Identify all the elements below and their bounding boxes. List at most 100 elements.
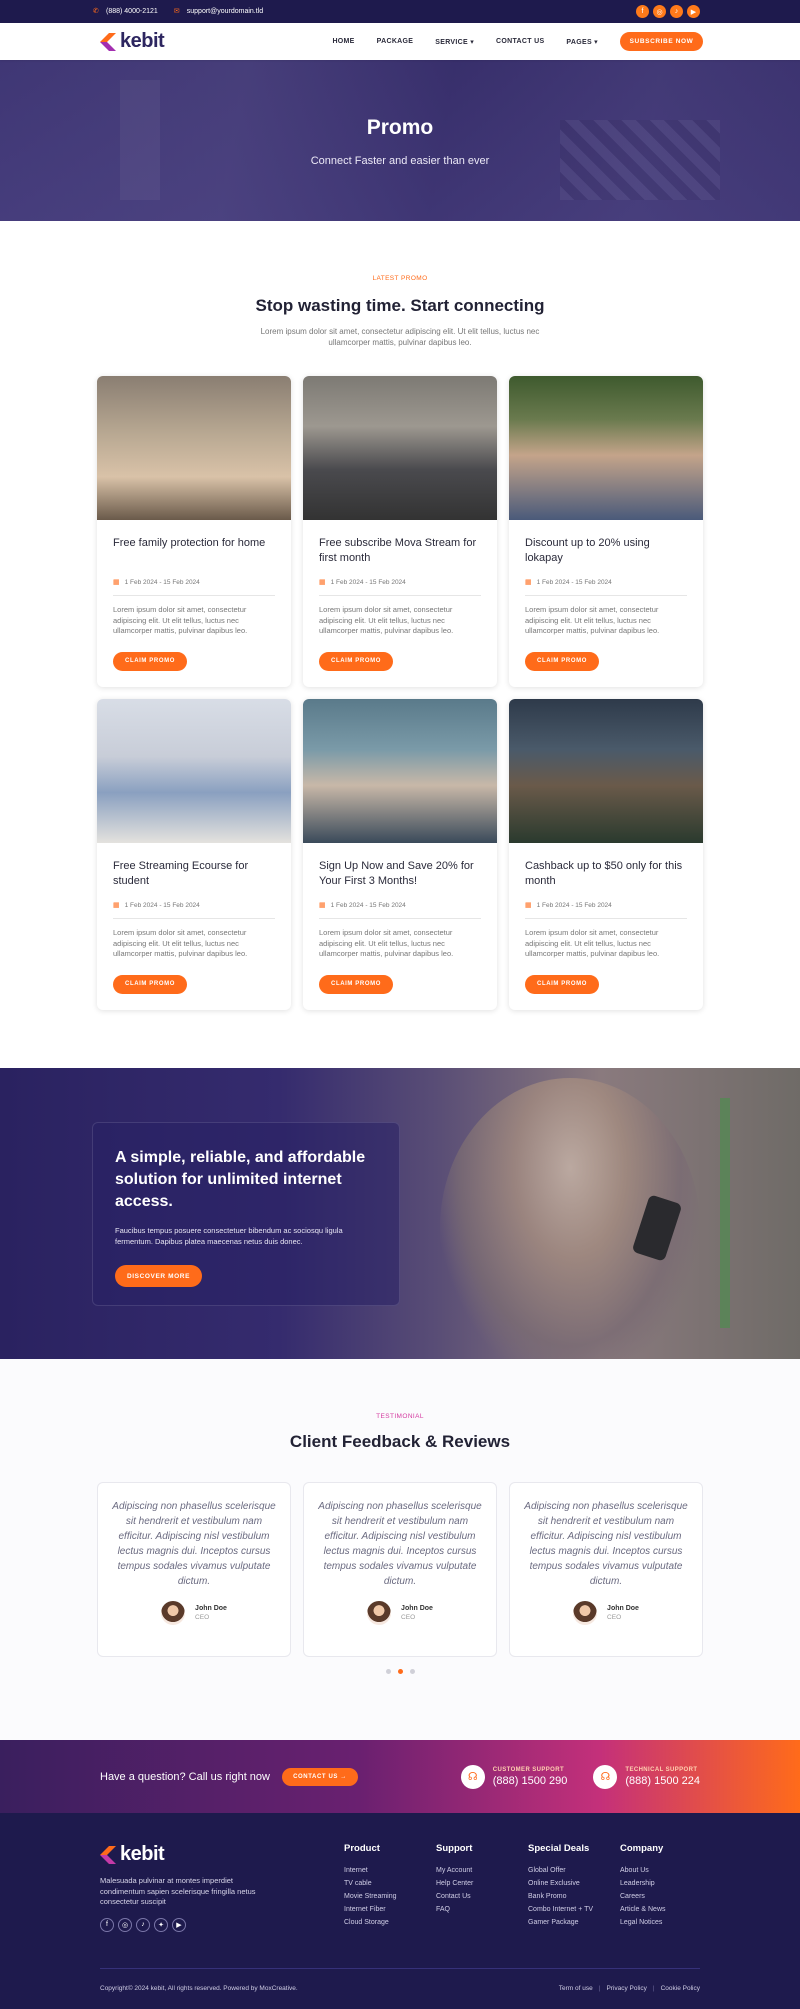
logo-mark-icon — [100, 32, 116, 51]
logo[interactable]: kebit — [100, 30, 165, 53]
promo-image-couple — [509, 376, 703, 520]
footer-link[interactable]: Cloud Storage — [344, 1916, 436, 1929]
divider — [525, 595, 687, 596]
claim-promo-button[interactable]: CLAIM PROMO — [319, 651, 393, 671]
logo-text: kebit — [120, 30, 165, 52]
facebook-icon[interactable]: f — [100, 1917, 114, 1932]
testimonial-card: Adipiscing non phasellus scelerisque sit… — [97, 1482, 291, 1657]
youtube-icon[interactable]: ▶ — [687, 5, 700, 18]
footer-link[interactable]: FAQ — [436, 1903, 528, 1916]
legal-link-terms[interactable]: Term of use — [559, 1985, 593, 1992]
nav-item-contact[interactable]: CONTACT US — [496, 38, 544, 45]
technical-support-label: TECHNICAL SUPPORT — [625, 1766, 698, 1773]
footer-link[interactable]: TV cable — [344, 1877, 436, 1890]
promo-card: Free Streaming Ecourse for student ▦ 1 Fe… — [97, 699, 291, 1010]
discover-more-button[interactable]: DISCOVER MORE — [115, 1265, 202, 1287]
author-name: John Doe — [195, 1605, 227, 1612]
instagram-icon[interactable]: ◎ — [118, 1917, 132, 1932]
footer-link[interactable]: Careers — [620, 1890, 700, 1903]
author-role: CEO — [401, 1614, 416, 1621]
promo-card-title: Cashback up to $50 only for this month — [525, 860, 683, 887]
facebook-icon[interactable]: f — [636, 5, 649, 18]
promo-card-date: ▦ 1 Feb 2024 - 15 Feb 2024 — [113, 578, 275, 587]
nav-menu: HOME PACKAGE SERVICE ▾ CONTACT US PAGES … — [332, 32, 703, 51]
legal-link-privacy[interactable]: Privacy Policy — [606, 1985, 646, 1992]
carousel-dot[interactable] — [385, 1669, 391, 1674]
promo-image-stream — [303, 376, 497, 520]
footer-link[interactable]: Article & News — [620, 1903, 700, 1916]
youtube-icon[interactable]: ▶ — [172, 1917, 186, 1932]
arrow-right-icon: → — [340, 1773, 347, 1780]
phone-icon: ✆ — [93, 8, 99, 15]
footer-link[interactable]: Contact Us — [436, 1890, 528, 1903]
carousel-dot[interactable] — [409, 1669, 415, 1674]
promo-desc: Lorem ipsum dolor sit amet, consectetur … — [260, 327, 540, 347]
separator: | — [652, 1985, 655, 1992]
footer-link[interactable]: Internet Fiber — [344, 1903, 436, 1916]
contact-us-button[interactable]: CONTACT US → — [281, 1767, 358, 1786]
footer-link[interactable]: Global Offer — [528, 1864, 620, 1877]
footer-link[interactable]: About Us — [620, 1864, 700, 1877]
tiktok-icon[interactable]: ♪ — [670, 5, 683, 18]
phone-contact[interactable]: ✆ (888) 4000-2121 — [93, 8, 158, 15]
footer-logo[interactable]: kebit — [100, 1843, 270, 1866]
claim-promo-button[interactable]: CLAIM PROMO — [319, 974, 393, 994]
footer-link[interactable]: Help Center — [436, 1877, 528, 1890]
promo-card-date: ▦ 1 Feb 2024 - 15 Feb 2024 — [113, 901, 275, 910]
tiktok-icon[interactable]: ♪ — [136, 1917, 150, 1932]
carousel-dot-active[interactable] — [397, 1669, 403, 1674]
footer-link[interactable]: Combo Internet + TV — [528, 1903, 620, 1916]
divider — [113, 918, 275, 919]
promo-card-date-text: 1 Feb 2024 - 15 Feb 2024 — [330, 578, 406, 586]
nav-item-package[interactable]: PACKAGE — [377, 38, 414, 45]
footer-link[interactable]: Online Exclusive — [528, 1877, 620, 1890]
nav-item-service[interactable]: SERVICE ▾ — [435, 38, 474, 46]
calendar-icon: ▦ — [525, 579, 532, 586]
technical-support[interactable]: ☊ TECHNICAL SUPPORT (888) 1500 224 — [593, 1764, 700, 1789]
promo-card-date-text: 1 Feb 2024 - 15 Feb 2024 — [124, 578, 200, 586]
footer-col-title: Product — [344, 1843, 380, 1854]
customer-support[interactable]: ☊ CUSTOMER SUPPORT (888) 1500 290 — [460, 1764, 568, 1789]
customer-support-phone: (888) 1500 290 — [492, 1774, 568, 1787]
footer-link[interactable]: Movie Streaming — [344, 1890, 436, 1903]
promo-card-desc: Lorem ipsum dolor sit amet, consectetur … — [319, 605, 454, 635]
claim-promo-button[interactable]: CLAIM PROMO — [525, 974, 599, 994]
promo-card-date: ▦ 1 Feb 2024 - 15 Feb 2024 — [525, 901, 687, 910]
calendar-icon: ▦ — [113, 902, 120, 909]
nav-item-home[interactable]: HOME — [332, 38, 354, 45]
legal-link-cookie[interactable]: Cookie Policy — [661, 1985, 700, 1992]
promo-card-desc: Lorem ipsum dolor sit amet, consectetur … — [113, 928, 248, 958]
footer-col-support: Support My Account Help Center Contact U… — [436, 1843, 528, 1932]
headset-icon: ☊ — [460, 1764, 485, 1789]
footer-link[interactable]: Bank Promo — [528, 1890, 620, 1903]
hero-banner: Promo Connect Faster and easier than eve… — [0, 60, 800, 221]
chevron-down-icon: ▾ — [470, 38, 475, 46]
claim-promo-button[interactable]: CLAIM PROMO — [113, 651, 187, 671]
twitter-icon[interactable]: ✦ — [154, 1917, 168, 1932]
footer-link[interactable]: Gamer Package — [528, 1916, 620, 1929]
email-contact[interactable]: ✉ support@yourdomain.tld — [174, 8, 263, 15]
author-role: CEO — [195, 1614, 210, 1621]
divider — [319, 595, 481, 596]
promo-card: Free family protection for home ▦ 1 Feb 2… — [97, 376, 291, 687]
testimonial-author: John Doe CEO — [318, 1601, 482, 1625]
footer-link[interactable]: Legal Notices — [620, 1916, 700, 1929]
promo-image-family — [97, 376, 291, 520]
testimonial-title: Client Feedback & Reviews — [289, 1432, 511, 1451]
claim-promo-button[interactable]: CLAIM PROMO — [113, 974, 187, 994]
promo-card-date-text: 1 Feb 2024 - 15 Feb 2024 — [536, 578, 612, 586]
claim-promo-button[interactable]: CLAIM PROMO — [525, 651, 599, 671]
footer-col-company: Company About Us Leadership Careers Arti… — [620, 1843, 700, 1932]
author-role: CEO — [607, 1614, 622, 1621]
carousel-dots — [0, 1669, 800, 1674]
headset-icon: ☊ — [593, 1764, 618, 1789]
feature-title: A simple, reliable, and affordable solut… — [115, 1149, 366, 1210]
promo-card: Free subscribe Mova Stream for first mon… — [303, 376, 497, 687]
footer-link[interactable]: Leadership — [620, 1877, 700, 1890]
footer-link[interactable]: Internet — [344, 1864, 436, 1877]
footer-link[interactable]: My Account — [436, 1864, 528, 1877]
instagram-icon[interactable]: ◎ — [653, 5, 666, 18]
subscribe-button[interactable]: SUBSCRIBE NOW — [620, 32, 703, 51]
nav-item-pages[interactable]: PAGES ▾ — [566, 38, 598, 46]
promo-card-desc: Lorem ipsum dolor sit amet, consectetur … — [319, 928, 454, 958]
